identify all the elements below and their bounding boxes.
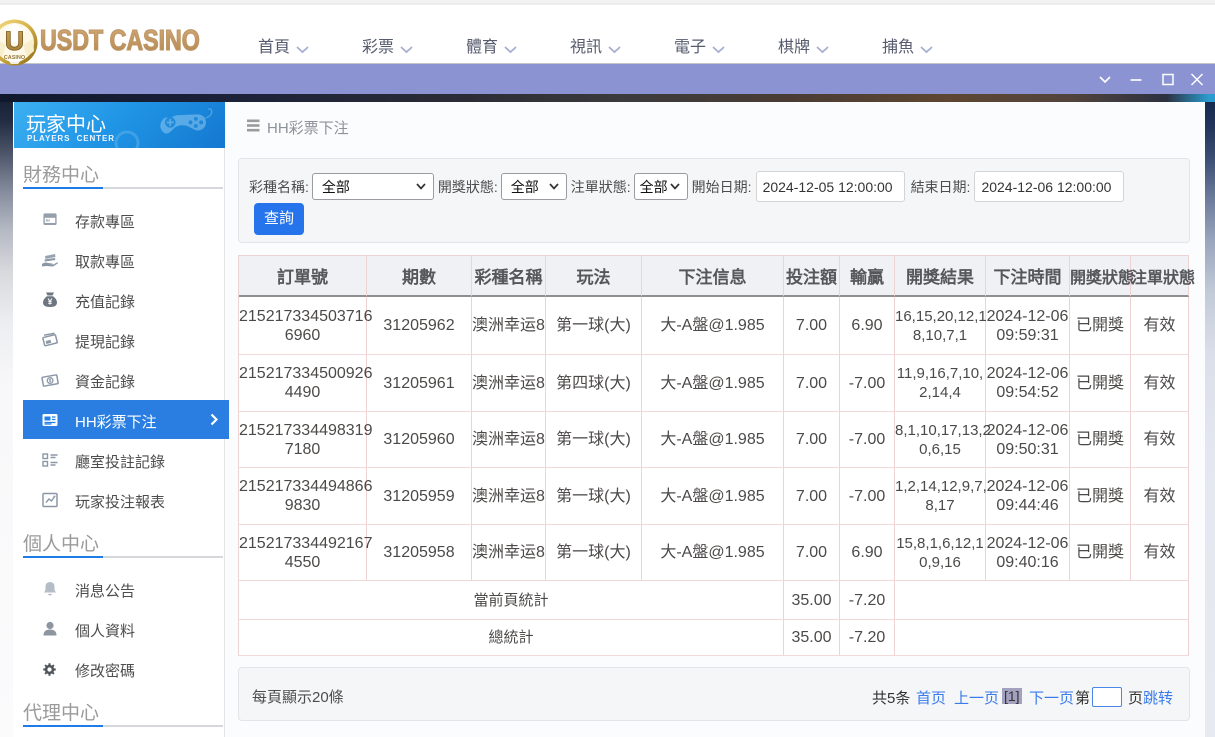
- svg-text:¥: ¥: [48, 296, 53, 306]
